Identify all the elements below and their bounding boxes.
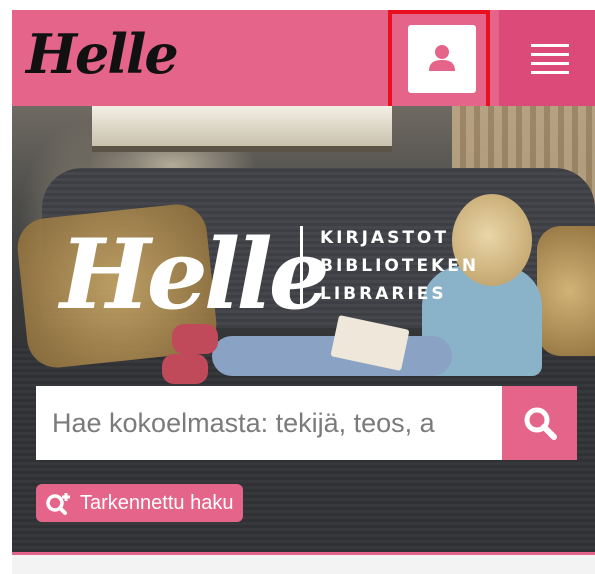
user-icon [429,45,455,71]
hero-brand-divider [300,226,303,306]
search-button[interactable] [502,386,577,460]
hamburger-menu-icon [531,44,569,47]
hero-pillow-right [537,226,595,356]
search-icon [524,407,557,440]
hero-tagline-libraries: LIBRARIES [320,284,447,304]
search-box [36,386,502,460]
hero-shoe [162,354,208,384]
hero-brand-logo: Helle [60,218,330,331]
hamburger-menu-icon-line [531,53,569,56]
menu-button[interactable] [499,10,595,106]
hero-tagline-kirjastot: KIRJASTOT [320,228,449,248]
hamburger-menu-icon-line [531,62,569,65]
hero-tagline-biblioteken: BIBLIOTEKEN [320,256,480,276]
hamburger-menu-icon-line [531,71,569,74]
user-account-button[interactable] [408,25,476,93]
hero-window [92,106,392,152]
header-logo[interactable]: Helle [26,22,179,86]
search-plus-icon [46,493,70,515]
search-input[interactable] [36,386,502,460]
content-strip [12,555,595,574]
advanced-search-button[interactable]: Tarkennettu haku [36,484,244,522]
site-header: Helle [12,10,595,110]
user-button-highlight [388,10,490,110]
advanced-search-label: Tarkennettu haku [80,491,234,514]
hero-banner: Helle KIRJASTOT BIBLIOTEKEN LIBRARIES Ta… [12,106,595,552]
